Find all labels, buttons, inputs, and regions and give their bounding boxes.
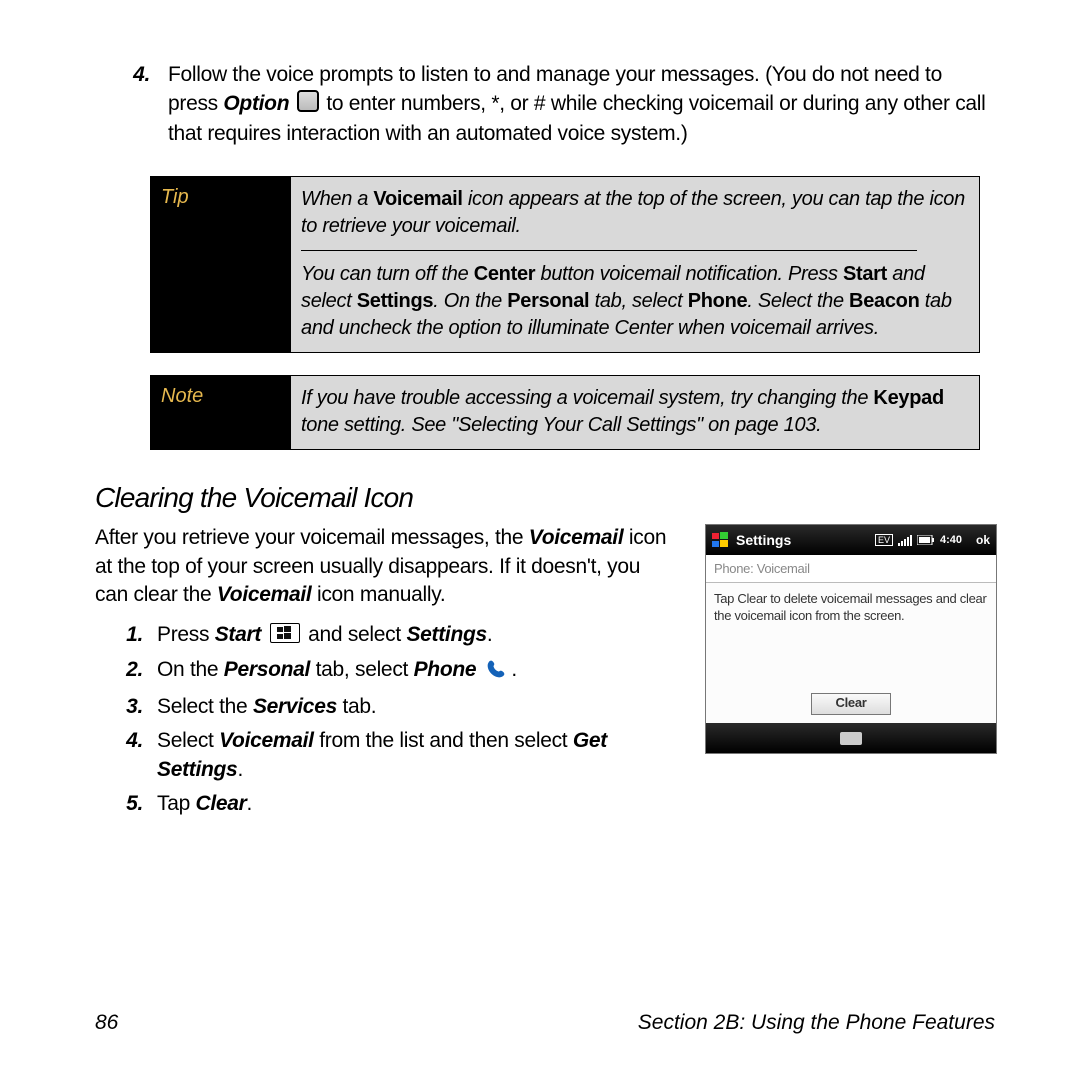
device-screenshot: Settings EV 4:40 ok Phone: Voicemail Tap… bbox=[705, 524, 997, 754]
section-heading: Clearing the Voicemail Icon bbox=[95, 482, 995, 514]
status-icons: EV 4:40 bbox=[875, 534, 962, 546]
section-label: Section 2B: Using the Phone Features bbox=[638, 1011, 995, 1035]
device-breadcrumb: Phone: Voicemail bbox=[706, 555, 996, 583]
list-item: 4. Select Voicemail from the list and th… bbox=[95, 727, 667, 784]
keyboard-icon[interactable] bbox=[840, 732, 862, 745]
tip-label: Tip bbox=[151, 177, 291, 352]
page-number: 86 bbox=[95, 1011, 118, 1035]
device-title: Settings bbox=[736, 532, 791, 548]
list-item: 1. Press Start and select Settings. bbox=[95, 621, 667, 649]
option-key-icon bbox=[297, 90, 319, 112]
device-titlebar: Settings EV 4:40 ok bbox=[706, 525, 996, 555]
device-time: 4:40 bbox=[940, 534, 962, 546]
list-item: 5. Tap Clear. bbox=[95, 790, 667, 818]
phone-icon bbox=[486, 659, 506, 687]
ok-button[interactable]: ok bbox=[976, 533, 990, 547]
page-footer: 86 Section 2B: Using the Phone Features bbox=[95, 1011, 995, 1035]
battery-icon bbox=[917, 535, 935, 545]
tip-content: When a Voicemail icon appears at the top… bbox=[291, 177, 979, 352]
tip-callout: Tip When a Voicemail icon appears at the… bbox=[150, 176, 980, 353]
windows-start-icon bbox=[270, 623, 300, 643]
step-body: Follow the voice prompts to listen to an… bbox=[168, 60, 995, 148]
list-item: 3. Select the Services tab. bbox=[95, 693, 667, 721]
device-content: Tap Clear to delete voicemail messages a… bbox=[706, 583, 996, 723]
note-label: Note bbox=[151, 376, 291, 449]
step-number: 4. bbox=[95, 60, 168, 148]
signal-icon bbox=[898, 534, 912, 546]
note-content: If you have trouble accessing a voicemai… bbox=[291, 376, 979, 449]
ev-icon: EV bbox=[875, 534, 893, 546]
note-callout: Note If you have trouble accessing a voi… bbox=[150, 375, 980, 450]
steps-list: 1. Press Start and select Settings. 2. O… bbox=[95, 621, 667, 818]
intro-paragraph: After you retrieve your voicemail messag… bbox=[95, 524, 667, 609]
continued-step-4: 4. Follow the voice prompts to listen to… bbox=[95, 60, 995, 148]
clear-button[interactable]: Clear bbox=[811, 693, 891, 715]
tip-divider bbox=[301, 250, 917, 251]
windows-flag-icon[interactable] bbox=[712, 532, 730, 548]
device-footer bbox=[706, 723, 996, 753]
list-item: 2. On the Personal tab, select Phone . bbox=[95, 656, 667, 687]
